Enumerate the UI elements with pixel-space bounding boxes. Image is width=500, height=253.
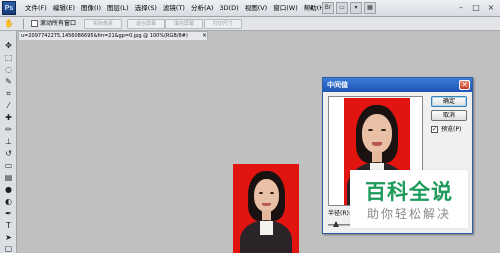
hand-tool-preset-icon[interactable]: ✋ <box>4 19 16 29</box>
menu-bar: Ps 文件(F) 编辑(E) 图像(I) 图层(L) 选择(S) 滤镜(T) 分… <box>0 0 500 17</box>
type-tool-icon[interactable]: T <box>3 221 14 230</box>
preview-eye-left <box>368 129 373 131</box>
menu-items: 文件(F) 编辑(E) 图像(I) 图层(L) 选择(S) 滤镜(T) 分析(A… <box>22 0 330 17</box>
zoom-level-icon[interactable]: ▾ <box>350 2 362 14</box>
window-controls: – □ × <box>455 2 497 14</box>
mini-bridge-icon[interactable]: ▭ <box>336 2 348 14</box>
watermark-logo: 百科全说 助你轻松解决 <box>350 170 468 228</box>
watermark-subtitle: 助你轻松解决 <box>366 207 451 221</box>
options-divider <box>23 19 24 29</box>
options-bar: ✋ 滚动所有窗口 实际像素 适合屏幕 填充屏幕 打印尺寸 <box>0 17 500 31</box>
ok-button[interactable]: 确定 <box>431 96 467 107</box>
menu-image[interactable]: 图像(I) <box>78 0 104 17</box>
menu-3d[interactable]: 3D(D) <box>216 0 241 17</box>
preview-mouth <box>372 142 382 146</box>
menu-edit[interactable]: 编辑(E) <box>50 0 78 17</box>
watermark-title: 百科全说 <box>365 180 453 204</box>
photo-face <box>254 179 279 212</box>
preview-eye-right <box>381 129 386 131</box>
toolbox: ✥ ⬚ ◌ ✎ ⌗ ⁄ ✚ ✏ ⊥ ↺ ▭ ▤ ● ◐ ✒ T ➤ ▢ <box>0 31 17 253</box>
quick-select-tool-icon[interactable]: ✎ <box>3 77 14 86</box>
preview-label: 预览(P) <box>441 126 462 133</box>
gradient-tool-icon[interactable]: ▤ <box>3 173 14 182</box>
menu-window[interactable]: 窗口(W) <box>270 0 301 17</box>
shape-tool-icon[interactable]: ▢ <box>3 244 14 253</box>
cancel-button[interactable]: 取消 <box>431 110 467 121</box>
path-select-tool-icon[interactable]: ➤ <box>3 233 14 242</box>
fill-screen-button[interactable]: 填充屏幕 <box>165 19 203 29</box>
double-chevron-right-icon[interactable]: » <box>306 3 316 13</box>
canvas-photo <box>233 164 299 253</box>
clone-stamp-tool-icon[interactable]: ⊥ <box>3 137 14 146</box>
actual-pixels-button[interactable]: 实际像素 <box>84 19 122 29</box>
photo-mouth <box>262 203 271 206</box>
menu-view[interactable]: 视图(V) <box>242 0 271 17</box>
healing-brush-tool-icon[interactable]: ✚ <box>3 113 14 122</box>
radius-label: 半径(R): <box>328 210 351 217</box>
marquee-tool-icon[interactable]: ⬚ <box>3 53 14 62</box>
scroll-all-windows-label: 滚动所有窗口 <box>40 20 77 27</box>
crop-tool-icon[interactable]: ⌗ <box>3 89 14 98</box>
menu-file[interactable]: 文件(F) <box>22 0 50 17</box>
photo-eye-left <box>259 192 263 194</box>
move-tool-icon[interactable]: ✥ <box>3 41 14 50</box>
close-icon[interactable]: × <box>485 2 497 14</box>
photoshop-logo: Ps <box>2 1 16 15</box>
history-brush-tool-icon[interactable]: ↺ <box>3 149 14 158</box>
brush-tool-icon[interactable]: ✏ <box>3 125 14 134</box>
maximize-icon[interactable]: □ <box>470 2 482 14</box>
lasso-tool-icon[interactable]: ◌ <box>3 65 14 74</box>
preview-checkbox[interactable]: ✓ <box>431 126 438 133</box>
eraser-tool-icon[interactable]: ▭ <box>3 161 14 170</box>
menu-filter[interactable]: 滤镜(T) <box>160 0 188 17</box>
radius-slider-thumb[interactable] <box>333 221 339 227</box>
document-tab[interactable]: u=2097742275,1456086695&fm=21&gp=0.jpg @… <box>18 31 208 40</box>
blur-tool-icon[interactable]: ● <box>3 185 14 194</box>
eyedropper-tool-icon[interactable]: ⁄ <box>3 101 14 110</box>
photo-eye-right <box>270 192 274 194</box>
arrange-documents-icon[interactable]: ▦ <box>364 2 376 14</box>
document-tab-close-icon[interactable]: × <box>202 32 207 39</box>
pen-tool-icon[interactable]: ✒ <box>3 209 14 218</box>
bridge-icon[interactable]: Br <box>322 2 334 14</box>
dialog-title: 中间值 <box>323 78 472 92</box>
scroll-all-windows-checkbox[interactable] <box>31 20 38 27</box>
fit-screen-button[interactable]: 适合屏幕 <box>127 19 165 29</box>
menubar-tool-icons: Br ▭ ▾ ▦ <box>322 2 376 14</box>
dodge-tool-icon[interactable]: ◐ <box>3 197 14 206</box>
minimize-icon[interactable]: – <box>455 2 467 14</box>
menu-select[interactable]: 选择(S) <box>132 0 160 17</box>
preview-face <box>362 114 392 153</box>
photo-collar <box>260 221 273 235</box>
menu-layer[interactable]: 图层(L) <box>104 0 132 17</box>
menu-analysis[interactable]: 分析(A) <box>188 0 217 17</box>
print-size-button[interactable]: 打印尺寸 <box>204 19 242 29</box>
dialog-close-icon[interactable]: ✕ <box>459 80 470 90</box>
